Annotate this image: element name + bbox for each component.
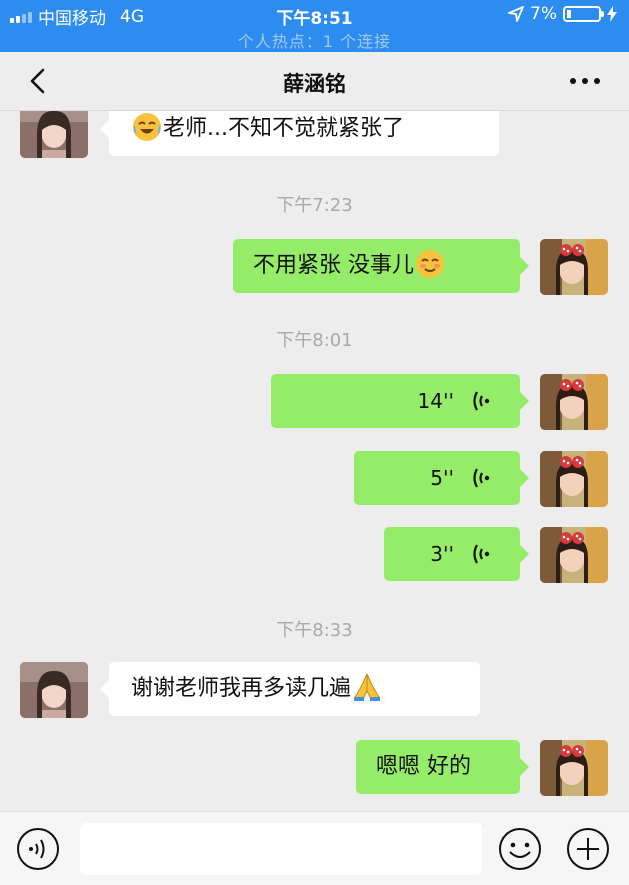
battery-icon xyxy=(563,6,604,22)
emoji-button[interactable] xyxy=(497,826,543,872)
voice-wave-icon xyxy=(473,544,490,564)
status-right: 7% xyxy=(508,4,617,24)
message-bubble-outgoing[interactable]: 不用紧张 没事儿 xyxy=(233,239,529,293)
voice-wave-icon xyxy=(473,391,490,411)
chat-header: 薛涵铭 xyxy=(0,52,629,111)
more-functions-button[interactable] xyxy=(565,826,611,872)
message-text: 嗯嗯 好的 xyxy=(376,754,471,779)
status-bar: 中国移动 4G 下午8:51 7% 个人热点：1 个连接 xyxy=(0,0,629,52)
praying-hands-emoji-icon xyxy=(354,673,381,701)
blushing-smile-emoji-icon xyxy=(416,250,444,278)
self-avatar[interactable] xyxy=(540,239,608,295)
voice-message-bubble[interactable]: 14'' xyxy=(271,374,529,428)
timestamp: 下午8:01 xyxy=(276,330,353,351)
chat-history[interactable]: 老师...不知不觉就紧张了 下午7:23 不用紧张 没事儿 下午8:01 14'… xyxy=(0,111,629,811)
voice-input-button[interactable] xyxy=(15,826,61,872)
message-bubble-incoming[interactable]: 谢谢老师我再多读几遍 xyxy=(100,662,480,716)
contact-avatar[interactable] xyxy=(20,662,88,718)
voice-duration: 14'' xyxy=(417,389,454,413)
crying-laughing-emoji-icon xyxy=(133,113,161,141)
message-text: 老师...不知不觉就紧张了 xyxy=(163,116,404,141)
message-input-bar xyxy=(0,811,629,885)
chat-title: 薛涵铭 xyxy=(283,72,346,96)
self-avatar[interactable] xyxy=(540,451,608,507)
message-input[interactable] xyxy=(80,823,482,875)
voice-message-bubble[interactable]: 5'' xyxy=(354,451,529,505)
self-avatar[interactable] xyxy=(540,374,608,430)
message-text: 谢谢老师我再多读几遍 xyxy=(131,676,352,701)
self-avatar[interactable] xyxy=(540,527,608,583)
location-arrow-icon xyxy=(508,6,524,22)
more-options-icon[interactable] xyxy=(565,66,605,96)
timestamp: 下午7:23 xyxy=(276,195,353,216)
hotspot-banner[interactable]: 个人热点：1 个连接 xyxy=(0,28,629,52)
self-avatar[interactable] xyxy=(540,740,608,796)
voice-duration: 3'' xyxy=(430,542,454,566)
message-bubble-outgoing[interactable]: 嗯嗯 好的 xyxy=(356,740,529,794)
message-bubble-incoming[interactable]: 老师...不知不觉就紧张了 xyxy=(100,111,499,156)
charging-bolt-icon xyxy=(607,6,617,22)
voice-wave-icon xyxy=(473,468,490,488)
voice-message-bubble[interactable]: 3'' xyxy=(384,527,529,581)
message-text: 不用紧张 没事儿 xyxy=(253,253,414,278)
contact-avatar[interactable] xyxy=(20,111,88,158)
voice-duration: 5'' xyxy=(430,466,454,490)
battery-percent: 7% xyxy=(530,4,557,24)
timestamp: 下午8:33 xyxy=(276,620,353,641)
